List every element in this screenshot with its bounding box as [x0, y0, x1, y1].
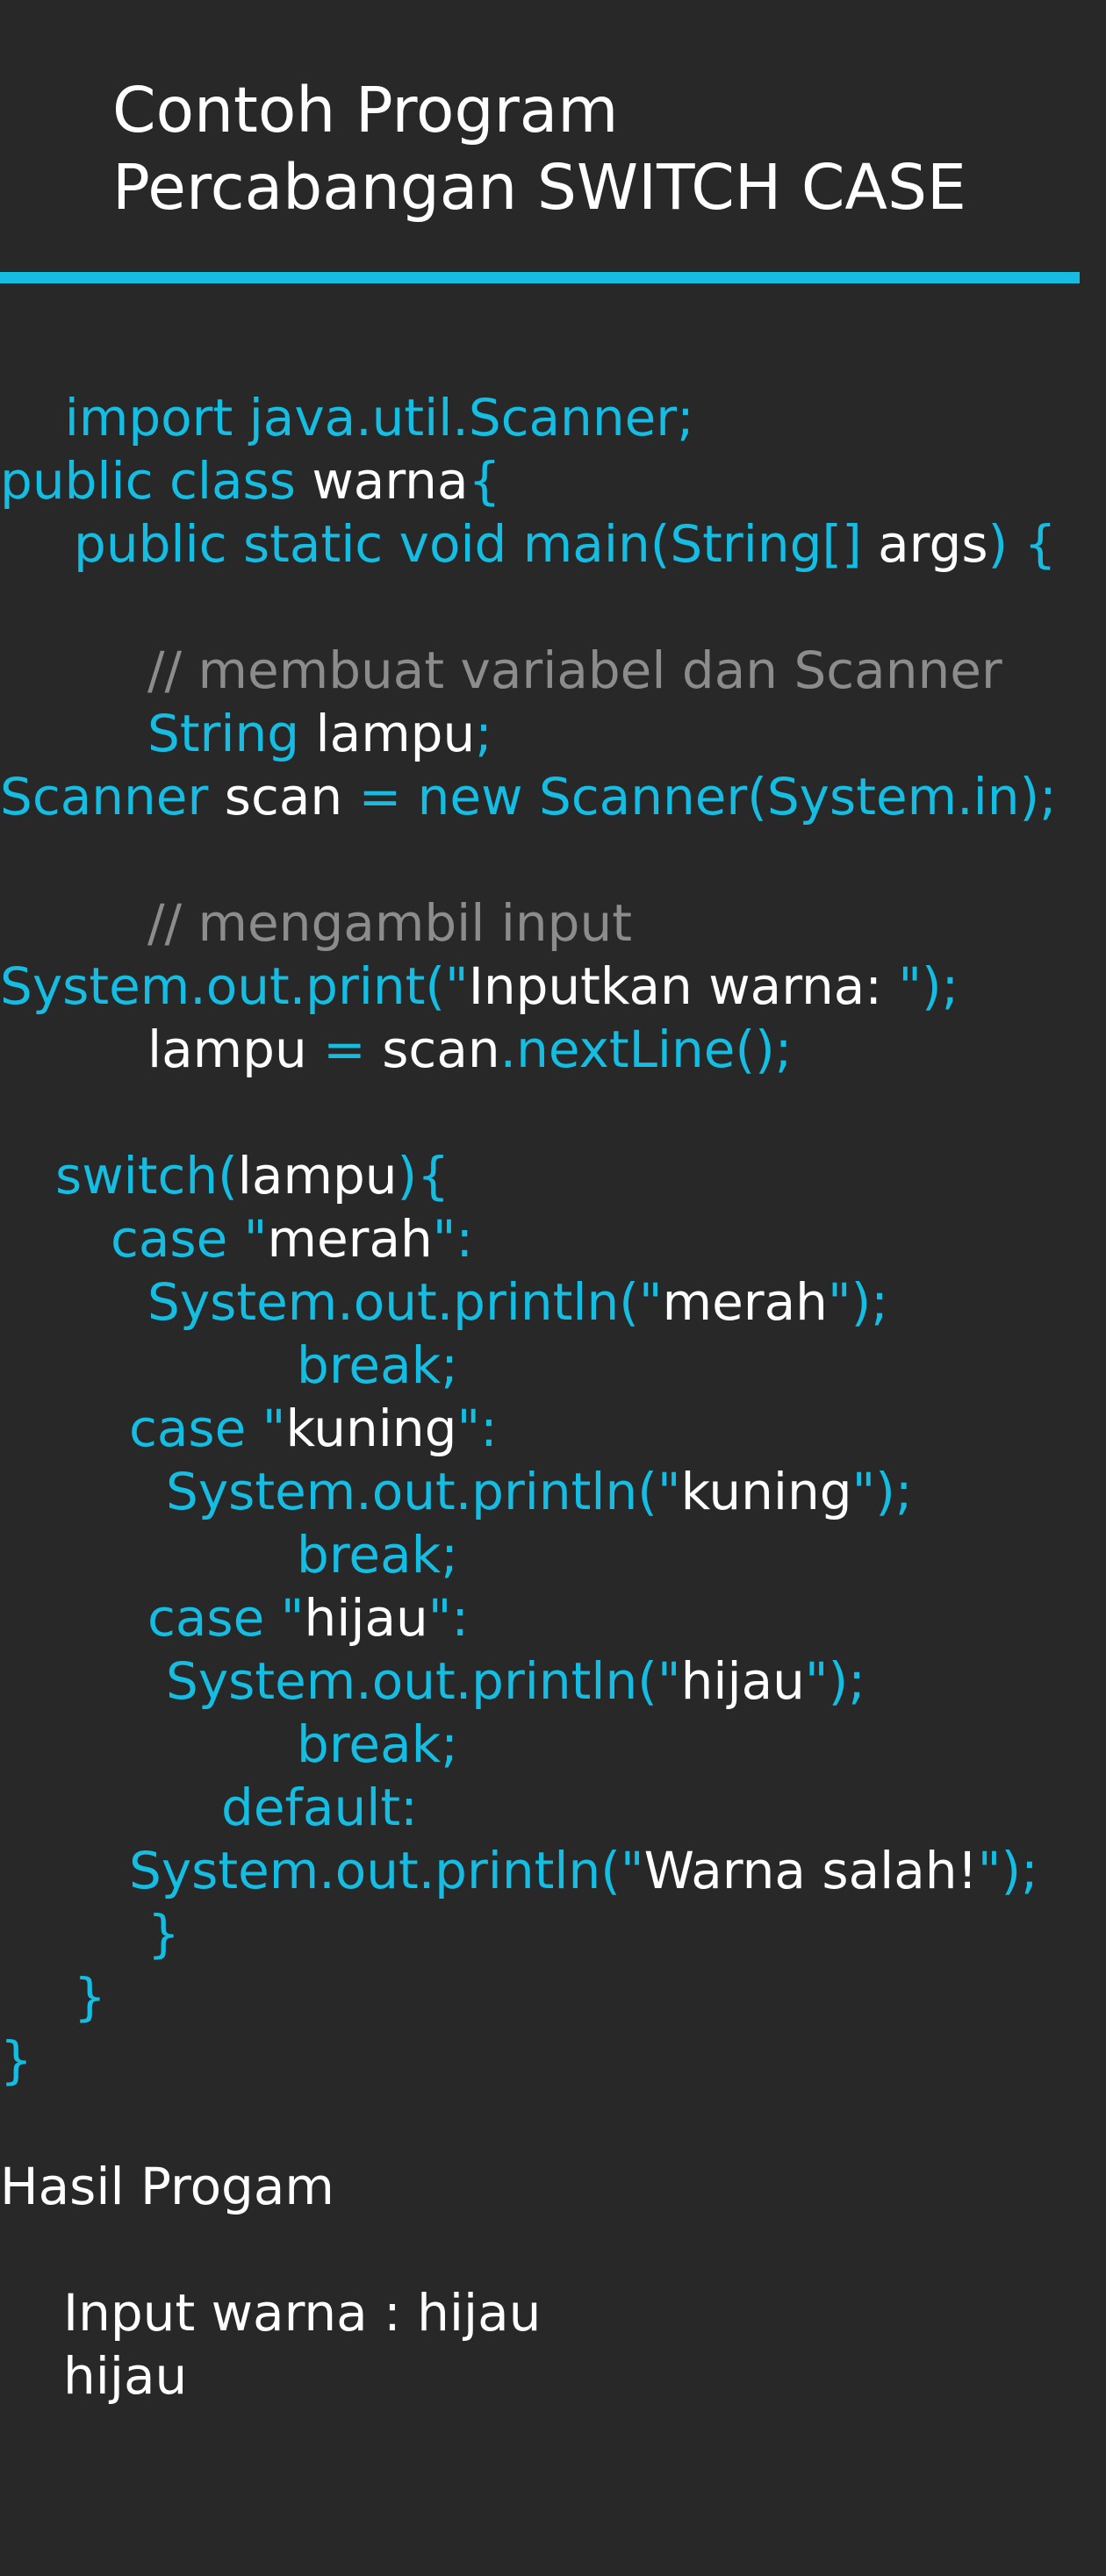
code-token: switch( [55, 1146, 238, 1206]
code-token: public class [0, 451, 312, 511]
code-token: ": [427, 1588, 469, 1648]
code-line-switch: switch(lampu){ [55, 1144, 449, 1207]
code-line-import: import java.util.Scanner; [0, 323, 694, 447]
code-token: ": [456, 1399, 498, 1458]
code-token: "); [804, 1651, 865, 1711]
code-token: lampu [315, 704, 476, 763]
code-token: ){ [397, 1146, 450, 1206]
code-token: case " [111, 1209, 268, 1269]
code-token: { [468, 451, 501, 511]
code-token: System.out.println(" [166, 1462, 681, 1521]
code-token: case " [129, 1399, 286, 1458]
code-line-close-main: } [74, 1965, 106, 2029]
code-line-case-hijau: case "hijau": [147, 1586, 469, 1649]
code-token: public static void main(String[] [74, 514, 879, 574]
code-token: Inputkan warna: [468, 956, 899, 1016]
code-line-close-class: } [0, 2029, 32, 2092]
code-token: args [878, 514, 988, 574]
code-comment: // mengambil input [147, 893, 632, 953]
code-line-string-decl: String lampu; [147, 702, 492, 765]
code-token: break; [297, 1525, 458, 1585]
code-token: Scanner [0, 767, 225, 826]
code-token: } [74, 1967, 106, 2027]
code-line-close-switch: } [147, 1902, 180, 1965]
code-token: ) { [988, 514, 1057, 574]
code-line-main-decl: public static void main(String[] args) { [74, 512, 1057, 576]
code-token: case " [147, 1588, 305, 1648]
code-line-default: default: [221, 1776, 418, 1839]
code-comment: // membuat variabel dan Scanner [147, 640, 1002, 700]
code-token: break; [297, 1714, 458, 1774]
code-token: "); [977, 1841, 1038, 1900]
code-line-case-kuning: case "kuning": [129, 1397, 498, 1460]
code-line-read-input: lampu = scan.nextLine(); [147, 1018, 792, 1081]
code-token: "); [898, 956, 959, 1016]
page-title: Contoh Program Percabangan SWITCH CASE [112, 72, 966, 226]
title-line-2: Percabangan SWITCH CASE [112, 151, 966, 224]
code-line-println-kuning: System.out.println("kuning"); [166, 1460, 912, 1523]
code-token: "); [827, 1272, 888, 1332]
code-token: = [306, 1020, 383, 1079]
code-token: kuning [285, 1399, 457, 1458]
code-line-print-prompt: System.out.print("Inputkan warna: "); [0, 955, 959, 1018]
code-token: break; [297, 1335, 458, 1395]
code-token: lampu [147, 1020, 307, 1079]
code-token: .nextLine(); [499, 1020, 793, 1079]
code-line-println-hijau: System.out.println("hijau"); [166, 1649, 865, 1713]
code-token: hijau [304, 1588, 428, 1648]
code-line-comment: // membuat variabel dan Scanner [147, 639, 1002, 702]
code-line-println-merah: System.out.println("merah"); [147, 1270, 888, 1334]
code-line-println-default: System.out.println("Warna salah!"); [129, 1839, 1038, 1902]
code-token: System.out.print(" [0, 956, 469, 1016]
code-token: default: [221, 1778, 418, 1837]
code-line-break: break; [297, 1334, 458, 1397]
code-line-break: break; [297, 1523, 458, 1586]
code-token: import java.util.Scanner; [64, 388, 694, 447]
code-token: kuning [680, 1462, 852, 1521]
code-token: scan [224, 767, 343, 826]
output-line: Input warna : hijau [63, 2283, 542, 2343]
code-token: ; [475, 704, 492, 763]
code-line-break: break; [297, 1713, 458, 1776]
code-token: warna [312, 451, 469, 511]
code-token: ": [432, 1209, 474, 1269]
code-token: lampu [237, 1146, 398, 1206]
title-divider [0, 272, 1080, 283]
code-line-class-decl: public class warna{ [0, 449, 500, 512]
code-token: merah [267, 1209, 433, 1269]
code-line-scanner-decl: Scanner scan = new Scanner(System.in); [0, 765, 1057, 828]
code-token: System.out.println(" [166, 1651, 681, 1711]
code-token: "); [851, 1462, 913, 1521]
title-line-1: Contoh Program [112, 74, 619, 147]
code-token: System.out.println(" [147, 1272, 663, 1332]
code-token: } [0, 2030, 32, 2090]
code-token: Warna salah! [643, 1841, 978, 1900]
output-heading: Hasil Progam [0, 2157, 334, 2216]
code-line-case-merah: case "merah": [111, 1207, 473, 1270]
code-token: = new Scanner(System.in); [342, 767, 1057, 826]
code-token: hijau [680, 1651, 805, 1711]
code-token: } [147, 1904, 180, 1964]
code-token: String [147, 704, 316, 763]
code-token: System.out.println(" [129, 1841, 644, 1900]
output-line: hijau [63, 2346, 188, 2406]
code-token: merah [662, 1272, 828, 1332]
code-line-comment: // mengambil input [147, 891, 632, 955]
code-token: scan [382, 1020, 500, 1079]
